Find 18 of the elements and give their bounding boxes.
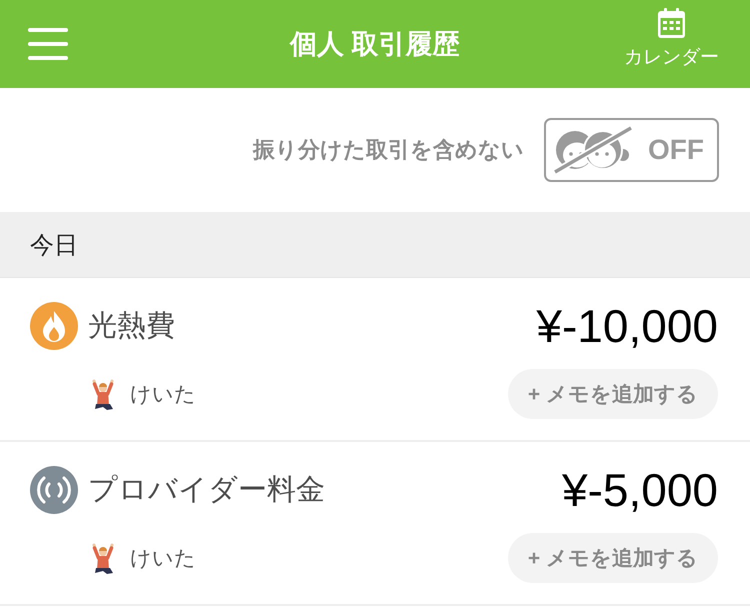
add-memo-button[interactable]: + メモを追加する [508, 369, 718, 419]
menu-icon[interactable] [28, 28, 68, 60]
two-faces-icon [552, 125, 634, 175]
person-icon [92, 542, 114, 574]
add-memo-button[interactable]: + メモを追加する [508, 533, 718, 583]
filter-label: 振り分けた取引を含めない [253, 136, 524, 164]
section-heading: 今日 [0, 212, 750, 278]
exclude-toggle[interactable]: OFF [544, 118, 719, 182]
screen-title: 個人 取引履歴 [290, 28, 460, 60]
category-name: プロバイダー料金 [88, 473, 326, 508]
amount: ¥-5,000 [562, 467, 718, 513]
person-icon [92, 378, 114, 410]
member-name: けいた [130, 382, 197, 408]
amount: ¥-10,000 [536, 303, 718, 349]
calendar-button[interactable]: カレンダー [624, 8, 719, 67]
category-name: 光熱費 [88, 309, 176, 344]
calendar-icon [658, 8, 685, 38]
member-name: けいた [130, 546, 197, 572]
